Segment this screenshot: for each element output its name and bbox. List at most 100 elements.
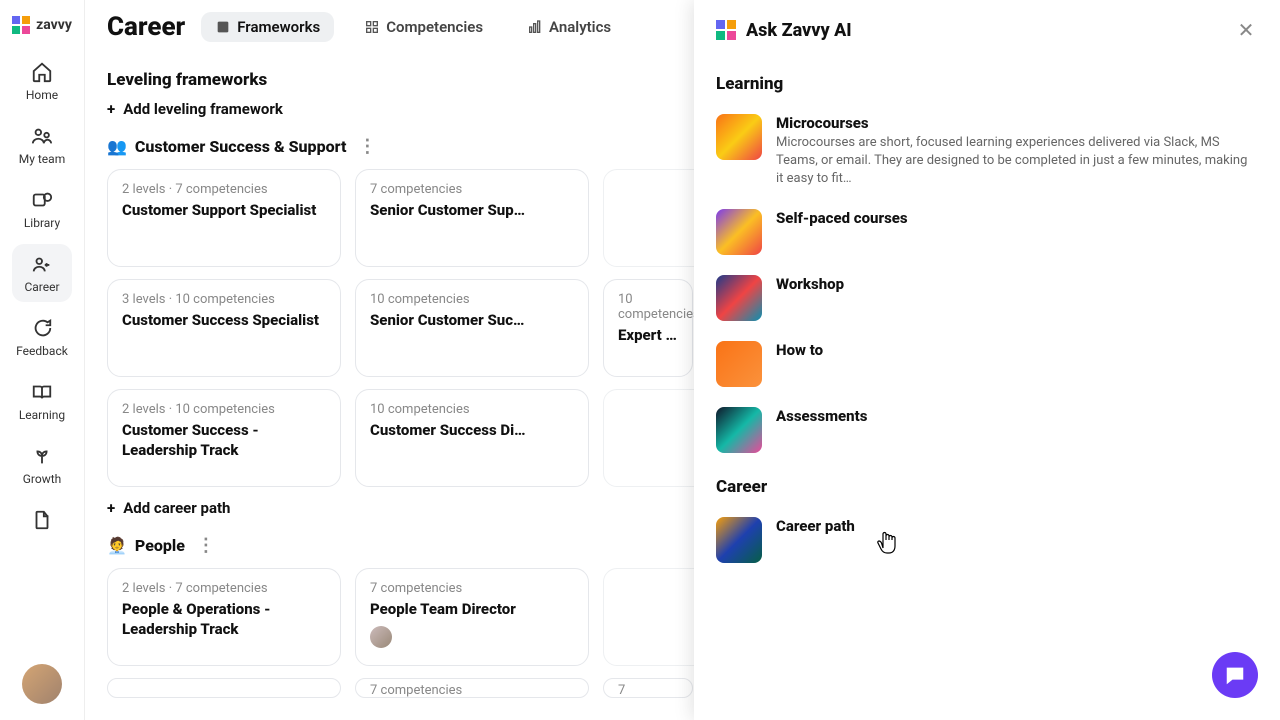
panel-item[interactable]: Self-paced courses <box>716 199 1258 265</box>
page-title: Career <box>107 12 185 42</box>
card-meta: 7 competencies <box>370 683 574 698</box>
sidebar-item-label: Growth <box>23 472 62 486</box>
sidebar-item-label: My team <box>19 152 65 166</box>
learning-icon <box>30 380 54 404</box>
framework-card[interactable]: 10 competencies Senior Customer Suc… <box>355 279 589 377</box>
panel-header: Ask Zavvy AI ✕ <box>694 0 1280 56</box>
group-icon: 👥 <box>107 137 127 156</box>
framework-card[interactable]: 7 competencies <box>355 678 589 698</box>
card-title: Customer Support Specialist <box>122 201 326 221</box>
tab-label: Analytics <box>549 18 611 36</box>
sidebar-item-home[interactable]: Home <box>12 52 72 110</box>
framework-card[interactable]: 2 levels · 10 competenciesCustomer Succe… <box>107 389 341 487</box>
group-title: Customer Success & Support <box>135 137 346 156</box>
tab-label: Competencies <box>386 18 483 36</box>
chat-launcher[interactable] <box>1212 652 1258 698</box>
card-meta: 2 levels · 7 competencies <box>122 182 326 197</box>
sidebar-item-library[interactable]: Library <box>12 180 72 238</box>
sidebar-item-learning[interactable]: Learning <box>12 372 72 430</box>
panel-item-content: Career path <box>776 517 1258 563</box>
card-title: Senior Customer Suc… <box>370 311 570 331</box>
framework-card[interactable]: 2 levels · 7 competencies Customer Suppor… <box>107 169 341 267</box>
group-title: People <box>135 536 185 555</box>
add-label: Add leveling framework <box>123 100 283 118</box>
feedback-icon <box>30 316 54 340</box>
group-menu-button[interactable]: ⋮ <box>354 136 380 157</box>
panel-item-content: Assessments <box>776 407 1258 453</box>
tab-frameworks[interactable]: Frameworks <box>201 12 334 42</box>
panel-item-title: Microcourses <box>776 114 1258 132</box>
framework-card[interactable]: 2 levels · 7 competencies People & Operat… <box>107 568 341 666</box>
add-path-label: Add career path <box>123 499 230 517</box>
panel-item-thumb <box>716 209 762 255</box>
framework-card[interactable]: 10 competenciesCustomer Success Di… <box>355 389 589 487</box>
sidebar-item-label: Learning <box>19 408 65 422</box>
panel-section-career: Career <box>716 477 1258 497</box>
card-meta: 10 competencies <box>370 292 574 307</box>
panel-section-learning: Learning <box>716 74 1258 94</box>
sidebar-item-label: Home <box>26 88 58 102</box>
sidebar-item-label: Library <box>24 216 60 230</box>
card-meta: 2 levels · 7 competencies <box>122 581 326 596</box>
panel-item-desc: Microcourses are short, focused learning… <box>776 134 1258 189</box>
panel-logo-icon <box>716 20 736 40</box>
panel-title: Ask Zavvy AI <box>746 20 852 41</box>
sidebar-item-label: Feedback <box>16 344 68 358</box>
close-button[interactable]: ✕ <box>1234 18 1258 42</box>
panel-item[interactable]: Microcourses Microcourses are short, foc… <box>716 104 1258 199</box>
card-title: People Team Director <box>370 600 574 620</box>
card-meta: 7 competencies <box>370 182 574 197</box>
library-icon <box>30 188 54 212</box>
group-menu-button[interactable]: ⋮ <box>193 535 219 556</box>
panel-item-content: Self-paced courses <box>776 209 1258 255</box>
framework-card[interactable]: 10 competenciesExpert Customer… <box>603 279 693 377</box>
panel-item-thumb <box>716 407 762 453</box>
sidebar-item-more[interactable] <box>12 500 72 540</box>
panel-body: Learning Microcourses Microcourses are s… <box>694 56 1280 720</box>
plus-icon: + <box>107 100 115 118</box>
card-meta: 7 competencies <box>618 683 678 698</box>
logo-mark <box>12 16 30 34</box>
career-icon <box>30 252 54 276</box>
card-meta: 10 competencies <box>618 292 678 322</box>
framework-card[interactable]: 7 competenciesSenior Customer Sup… <box>355 169 589 267</box>
sidebar-item-growth[interactable]: Growth <box>12 436 72 494</box>
home-icon <box>30 60 54 84</box>
sidebar-item-label: Career <box>24 280 59 294</box>
user-avatar[interactable] <box>22 664 62 704</box>
card-avatar <box>370 626 392 648</box>
logo[interactable]: zavvy <box>12 16 72 34</box>
panel-item-content: Microcourses Microcourses are short, foc… <box>776 114 1258 189</box>
card-title: Customer Success Specialist <box>122 311 326 331</box>
card-title: People & Operations - Leadership Track <box>122 600 326 639</box>
tab-label: Frameworks <box>237 18 320 36</box>
framework-card[interactable] <box>107 678 341 698</box>
panel-item-title: Self-paced courses <box>776 209 1258 227</box>
panel-item-thumb <box>716 275 762 321</box>
tab-analytics[interactable]: Analytics <box>513 12 625 42</box>
panel-item-content: How to <box>776 341 1258 387</box>
card-title: Customer Success - Leadership Track <box>122 421 326 460</box>
brand-name: zavvy <box>36 17 72 33</box>
framework-card[interactable]: 3 levels · 10 competencies Customer Succe… <box>107 279 341 377</box>
panel-item-content: Workshop <box>776 275 1258 321</box>
sidebar-item-career[interactable]: Career <box>12 244 72 302</box>
plus-icon: + <box>107 499 115 517</box>
analytics-icon <box>527 19 543 35</box>
card-meta: 3 levels · 10 competencies <box>122 292 326 307</box>
panel-item[interactable]: Assessments <box>716 397 1258 463</box>
sidebar-item-team[interactable]: My team <box>12 116 72 174</box>
panel-item[interactable]: How to <box>716 331 1258 397</box>
growth-icon <box>30 444 54 468</box>
framework-card[interactable]: 7 competencies <box>603 678 693 698</box>
card-meta: 7 competencies <box>370 581 574 596</box>
panel-item-title: Assessments <box>776 407 1258 425</box>
panel-item-title: Career path <box>776 517 1258 535</box>
card-title: Customer Success Di… <box>370 421 570 441</box>
panel-item[interactable]: Career path <box>716 507 1258 573</box>
tab-competencies[interactable]: Competencies <box>350 12 497 42</box>
document-icon <box>30 508 54 532</box>
framework-card[interactable]: 7 competencies People Team Director <box>355 568 589 666</box>
sidebar-item-feedback[interactable]: Feedback <box>12 308 72 366</box>
panel-item[interactable]: Workshop <box>716 265 1258 331</box>
